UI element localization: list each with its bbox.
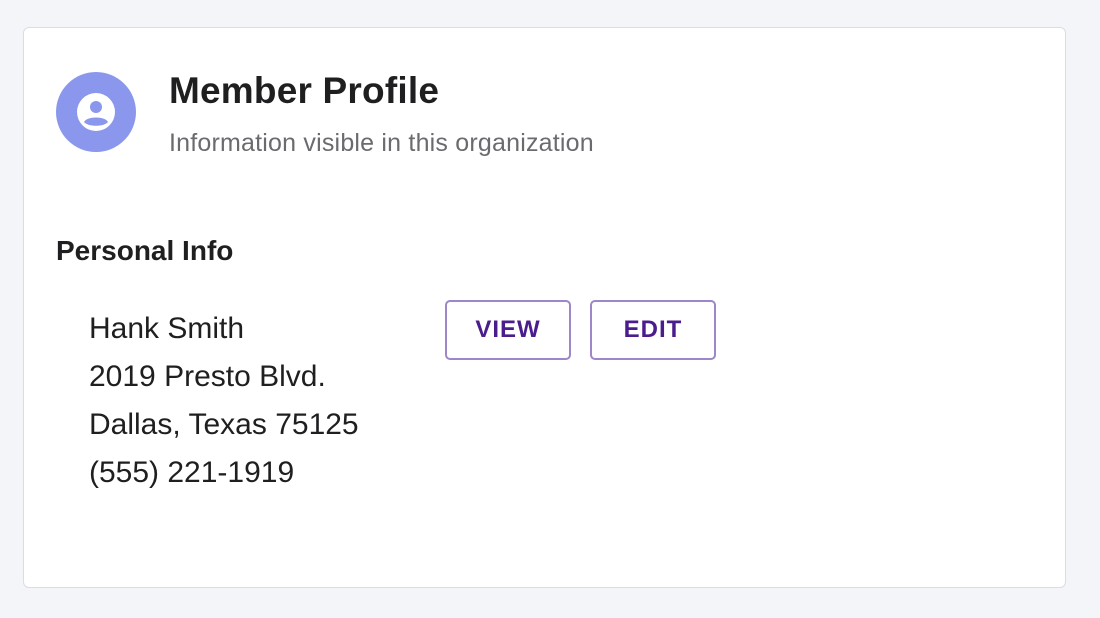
page-subtitle: Information visible in this organization bbox=[169, 129, 594, 157]
address-line-city: Dallas, Texas 75125 bbox=[89, 408, 359, 441]
avatar bbox=[56, 72, 136, 152]
member-profile-card: Member Profile Information visible in th… bbox=[23, 27, 1066, 588]
view-button[interactable]: VIEW bbox=[445, 300, 571, 360]
address-block: Hank Smith 2019 Presto Blvd. Dallas, Tex… bbox=[89, 305, 359, 497]
account-circle-icon bbox=[74, 90, 118, 134]
edit-button[interactable]: EDIT bbox=[590, 300, 716, 360]
address-line-phone: (555) 221-1919 bbox=[89, 456, 295, 489]
page-title: Member Profile bbox=[169, 70, 440, 111]
address-line-street: 2019 Presto Blvd. bbox=[89, 360, 326, 393]
section-heading-personal-info: Personal Info bbox=[56, 235, 234, 266]
address-line-name: Hank Smith bbox=[89, 312, 245, 345]
